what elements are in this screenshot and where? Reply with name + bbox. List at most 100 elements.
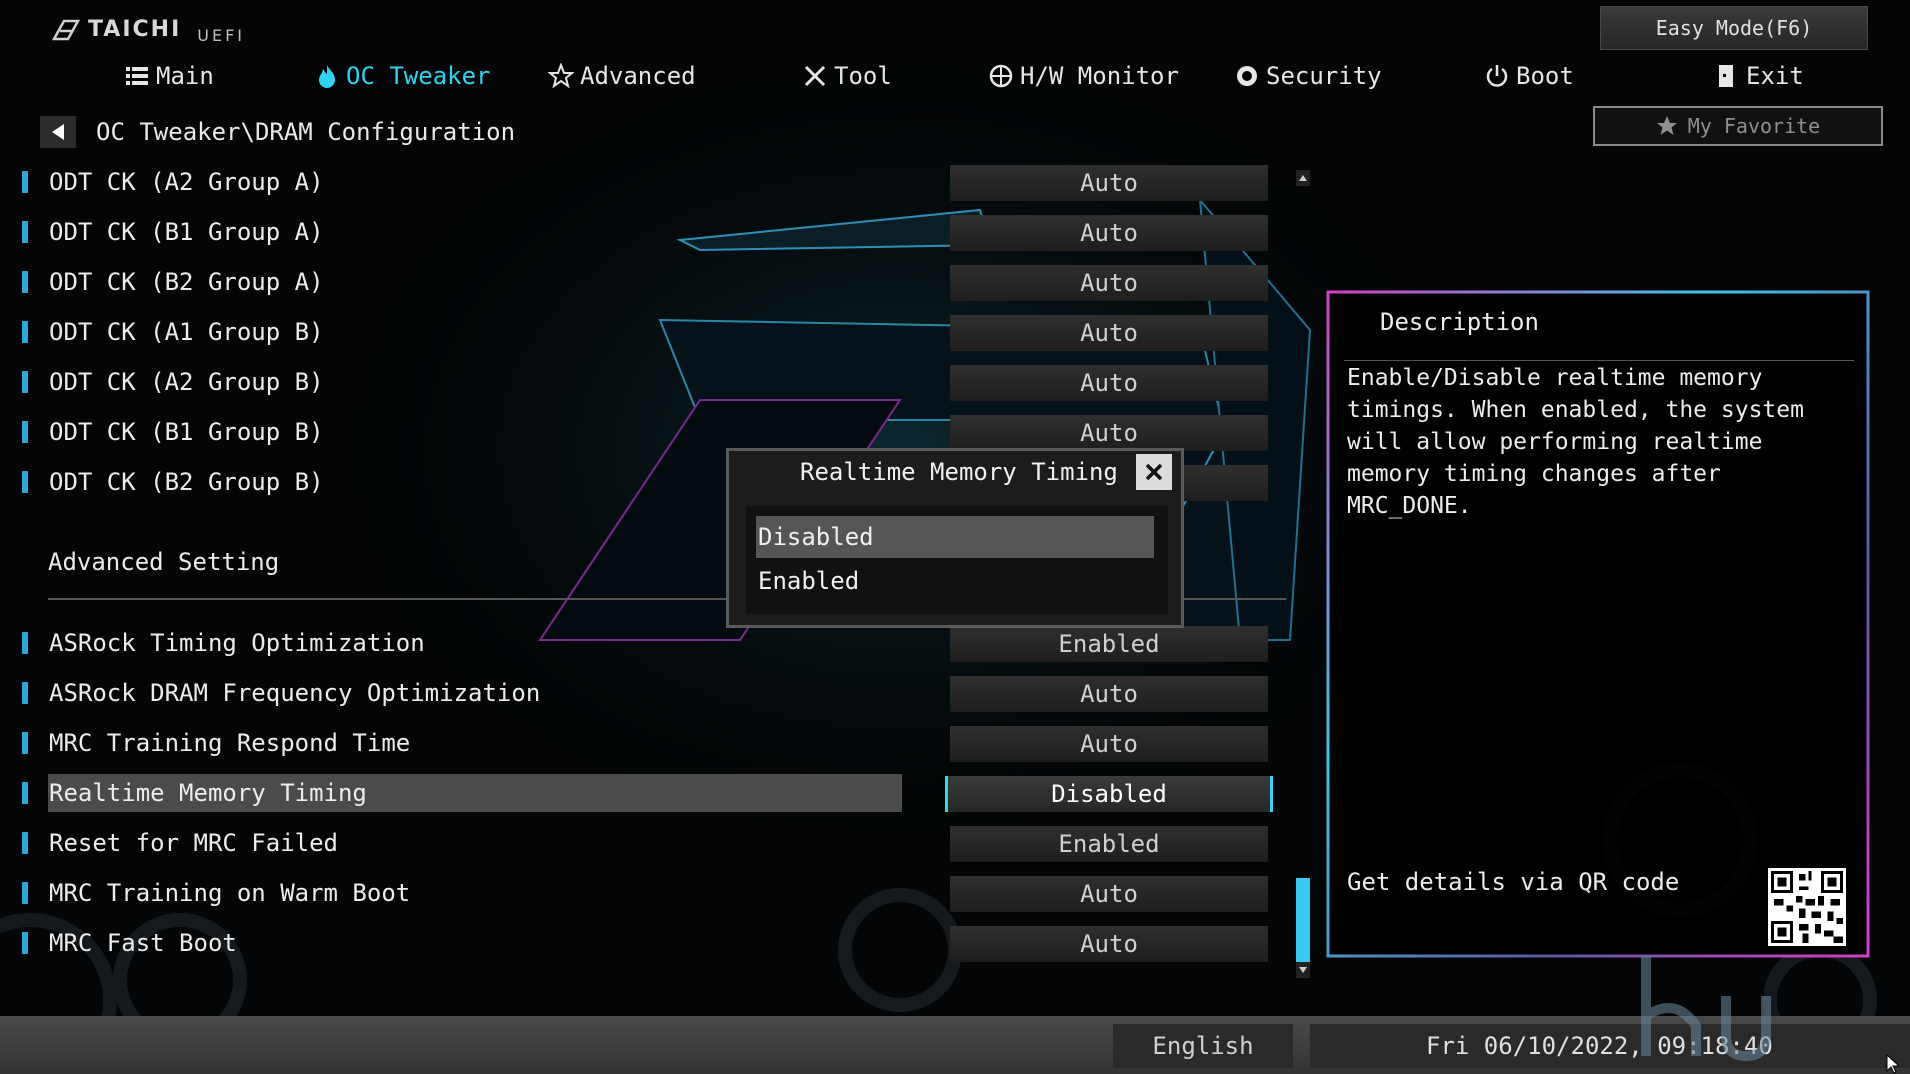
- setting-row-selected[interactable]: Realtime Memory Timing Disabled: [0, 774, 1290, 814]
- tab-hw-monitor-label: H/W Monitor: [1020, 62, 1179, 90]
- row-marker: [22, 682, 28, 704]
- row-marker: [22, 171, 28, 193]
- tab-advanced-label: Advanced: [580, 62, 696, 90]
- setting-value[interactable]: Auto: [950, 365, 1268, 401]
- setting-value[interactable]: Auto: [950, 315, 1268, 351]
- my-favorite-button[interactable]: My Favorite: [1593, 106, 1883, 146]
- tab-tool-label: Tool: [834, 62, 892, 90]
- setting-row[interactable]: MRC Training Respond Time Auto: [0, 724, 1290, 764]
- my-favorite-label: My Favorite: [1687, 114, 1821, 138]
- row-marker: [22, 221, 28, 243]
- description-title: Description: [1380, 308, 1539, 336]
- setting-label: ODT CK (A1 Group B): [49, 318, 324, 346]
- tab-security[interactable]: Security: [1234, 58, 1382, 94]
- language-selector[interactable]: English: [1113, 1024, 1293, 1068]
- row-marker: [22, 632, 28, 654]
- power-icon: [1486, 65, 1508, 87]
- tab-exit-label: Exit: [1746, 62, 1804, 90]
- setting-label: ODT CK (A2 Group B): [49, 368, 324, 396]
- row-marker: [22, 782, 28, 804]
- setting-label: Realtime Memory Timing: [49, 779, 367, 807]
- setting-row[interactable]: ODT CK (A2 Group A) Auto: [0, 163, 1290, 203]
- list-icon: [126, 67, 148, 85]
- scroll-up-button[interactable]: [1296, 170, 1310, 186]
- row-marker: [22, 471, 28, 493]
- setting-label: MRC Fast Boot: [49, 929, 237, 957]
- star-outline-icon: [548, 63, 574, 89]
- taichi-logo-icon: [51, 19, 81, 40]
- popup-option-disabled[interactable]: Disabled: [756, 516, 1154, 558]
- setting-value[interactable]: Auto: [950, 926, 1268, 962]
- brand-sub: UEFI: [197, 26, 246, 45]
- shield-icon: [1237, 66, 1257, 86]
- row-marker: [22, 832, 28, 854]
- setting-value[interactable]: Auto: [950, 165, 1268, 201]
- row-marker: [22, 882, 28, 904]
- setting-value[interactable]: Auto: [950, 726, 1268, 762]
- tab-advanced[interactable]: Advanced: [548, 58, 696, 94]
- setting-label: Reset for MRC Failed: [49, 829, 338, 857]
- tab-main-label: Main: [156, 62, 214, 90]
- setting-row[interactable]: ASRock DRAM Frequency Optimization Auto: [0, 674, 1290, 714]
- setting-value[interactable]: Auto: [950, 676, 1268, 712]
- setting-label: ASRock DRAM Frequency Optimization: [49, 679, 541, 707]
- tab-oc-tweaker[interactable]: OC Tweaker: [314, 58, 491, 94]
- setting-label: ODT CK (B1 Group A): [49, 218, 324, 246]
- star-icon: [1656, 116, 1677, 135]
- tab-oc-tweaker-label: OC Tweaker: [346, 62, 491, 90]
- back-button[interactable]: [40, 116, 76, 148]
- monitor-gauge-icon: [989, 64, 1013, 88]
- popup-close-button[interactable]: [1136, 454, 1172, 490]
- tab-boot[interactable]: Boot: [1484, 58, 1574, 94]
- close-icon: [1145, 463, 1163, 481]
- description-divider: [1344, 360, 1854, 361]
- setting-row[interactable]: MRC Fast Boot Auto: [0, 924, 1290, 964]
- wrench-icon: [804, 65, 826, 87]
- tab-hw-monitor[interactable]: H/W Monitor: [988, 58, 1179, 94]
- row-marker: [22, 321, 28, 343]
- caret-down-icon: [1299, 967, 1307, 973]
- setting-value[interactable]: Auto: [950, 415, 1268, 451]
- setting-value[interactable]: Enabled: [950, 826, 1268, 862]
- setting-row[interactable]: ODT CK (B1 Group A) Auto: [0, 213, 1290, 253]
- breadcrumb-path: OC Tweaker\DRAM Configuration: [96, 118, 516, 146]
- watermark-logo-icon: [1641, 956, 1771, 1062]
- setting-value[interactable]: Auto: [950, 265, 1268, 301]
- popup-title: Realtime Memory Timing: [800, 458, 1118, 486]
- setting-row[interactable]: MRC Training on Warm Boot Auto: [0, 874, 1290, 914]
- setting-value[interactable]: Enabled: [950, 626, 1268, 662]
- brand-logo-area: TAICHI UEFI: [50, 14, 245, 45]
- setting-row[interactable]: ODT CK (A2 Group B) Auto: [0, 363, 1290, 403]
- setting-value-selected[interactable]: Disabled: [945, 776, 1273, 812]
- setting-row[interactable]: ODT CK (A1 Group B) Auto: [0, 313, 1290, 353]
- brand-name: TAICHI: [88, 17, 182, 42]
- arrow-left-icon: [52, 124, 64, 140]
- easy-mode-button[interactable]: Easy Mode(F6): [1600, 6, 1868, 50]
- row-marker: [22, 732, 28, 754]
- setting-value[interactable]: Auto: [950, 876, 1268, 912]
- setting-row[interactable]: ODT CK (B1 Group B) Auto: [0, 413, 1290, 453]
- tab-exit[interactable]: Exit: [1714, 58, 1804, 94]
- scrollbar-thumb[interactable]: [1296, 878, 1310, 962]
- tab-security-label: Security: [1266, 62, 1382, 90]
- tab-tool[interactable]: Tool: [802, 58, 892, 94]
- qr-code-image: [1768, 868, 1846, 946]
- scroll-down-button[interactable]: [1296, 962, 1310, 978]
- row-marker: [22, 932, 28, 954]
- setting-row[interactable]: ASRock Timing Optimization Enabled: [0, 624, 1290, 664]
- qr-code-label: Get details via QR code: [1347, 868, 1680, 896]
- mouse-cursor-icon: [1886, 1054, 1901, 1074]
- setting-label: MRC Training on Warm Boot: [49, 879, 411, 907]
- row-marker: [22, 421, 28, 443]
- exit-door-icon: [1719, 65, 1733, 87]
- popup-option-enabled[interactable]: Enabled: [756, 560, 1154, 602]
- row-marker: [22, 371, 28, 393]
- setting-value[interactable]: Auto: [950, 215, 1268, 251]
- setting-label: MRC Training Respond Time: [49, 729, 411, 757]
- breadcrumb: OC Tweaker\DRAM Configuration: [40, 116, 515, 148]
- setting-row[interactable]: Reset for MRC Failed Enabled: [0, 824, 1290, 864]
- setting-row[interactable]: ODT CK (B2 Group A) Auto: [0, 263, 1290, 303]
- setting-label: ODT CK (B2 Group A): [49, 268, 324, 296]
- tab-main[interactable]: Main: [124, 58, 214, 94]
- flame-icon: [319, 65, 335, 88]
